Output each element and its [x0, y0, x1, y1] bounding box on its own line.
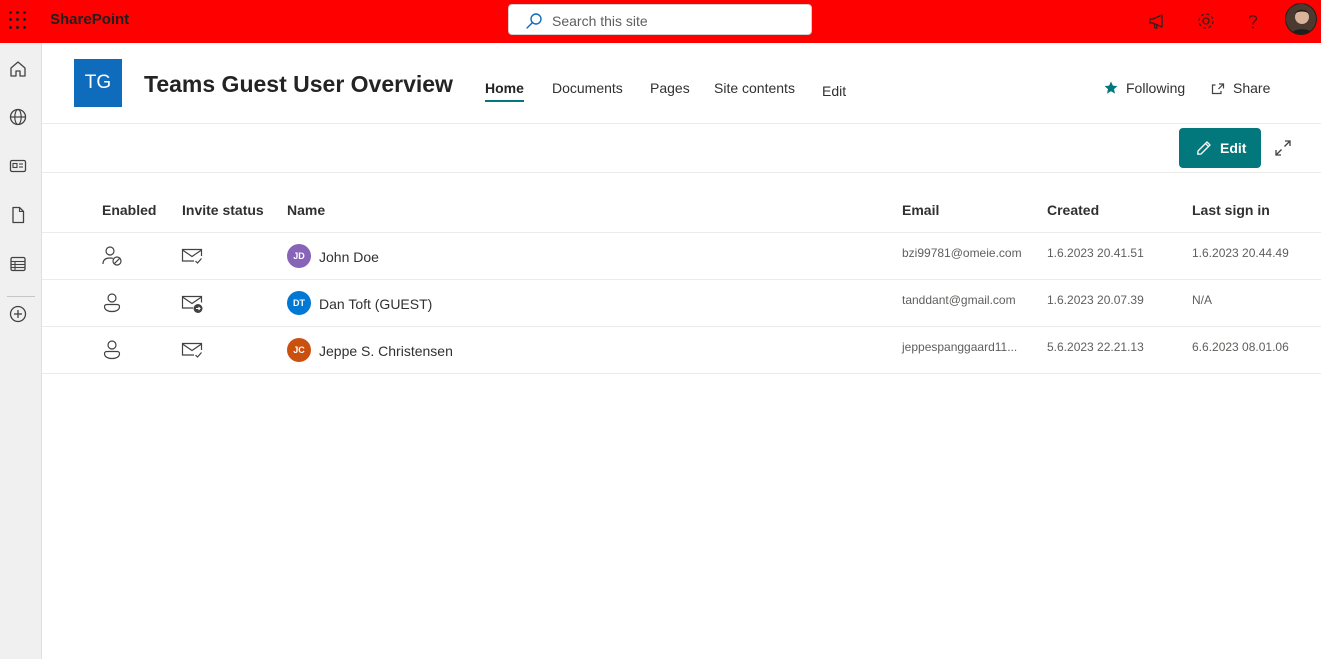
avatar: JC — [287, 338, 311, 362]
person-blocked-icon — [102, 246, 122, 266]
user-photo-icon — [1286, 4, 1316, 34]
app-launcher-icon[interactable] — [8, 10, 28, 30]
megaphone-icon[interactable] — [1147, 10, 1169, 32]
document-icon[interactable] — [8, 205, 28, 225]
search-icon — [526, 13, 542, 29]
app-bar-divider — [7, 296, 35, 297]
following-button[interactable]: Following — [1104, 80, 1186, 96]
suite-bar: SharePoint Search this site — [0, 0, 1321, 43]
list-icon[interactable] — [8, 254, 28, 274]
search-placeholder: Search this site — [552, 13, 648, 29]
user-name[interactable]: Dan Toft (GUEST) — [319, 296, 432, 312]
star-filled-icon — [1104, 81, 1118, 94]
table-row[interactable]: JC Jeppe S. Christensen jeppespanggaard1… — [42, 327, 1321, 374]
search-box[interactable]: Search this site — [508, 4, 812, 35]
avatar: DT — [287, 291, 311, 315]
table-row[interactable]: DT Dan Toft (GUEST) tanddant@gmail.com 1… — [42, 280, 1321, 327]
nav-home[interactable]: Home — [485, 80, 524, 96]
mail-checkmark-icon — [181, 248, 203, 264]
share-icon — [1211, 83, 1225, 95]
last-sign-in-date: 6.6.2023 08.01.06 — [1192, 340, 1289, 354]
user-email: jeppespanggaard11... — [902, 340, 1018, 354]
news-icon[interactable] — [8, 156, 28, 176]
table-row[interactable]: JD John Doe bzi99781@omeie.com 1.6.2023 … — [42, 233, 1321, 280]
share-button[interactable]: Share — [1211, 80, 1271, 96]
nav-documents[interactable]: Documents — [552, 80, 623, 96]
pencil-icon — [1197, 141, 1211, 155]
person-icon — [103, 293, 121, 313]
nav-active-indicator — [485, 100, 524, 102]
app-bar — [0, 43, 42, 659]
globe-icon[interactable] — [8, 107, 28, 127]
mail-checkmark-icon — [181, 342, 203, 358]
person-icon — [103, 340, 121, 360]
column-header-enabled[interactable]: Enabled — [102, 202, 156, 218]
avatar-initials: JC — [293, 345, 305, 355]
column-header-invite-status[interactable]: Invite status — [182, 202, 264, 218]
avatar-initials: DT — [293, 298, 305, 308]
user-name[interactable]: Jeppe S. Christensen — [319, 343, 453, 359]
created-date: 1.6.2023 20.07.39 — [1047, 293, 1144, 307]
edit-page-button[interactable]: Edit — [1179, 128, 1261, 168]
create-add-icon[interactable] — [8, 304, 28, 324]
column-header-name[interactable]: Name — [287, 202, 325, 218]
nav-edit[interactable]: Edit — [822, 83, 846, 99]
user-email: tanddant@gmail.com — [902, 293, 1016, 307]
help-icon[interactable] — [1242, 10, 1264, 32]
site-title[interactable]: Teams Guest User Overview — [144, 71, 453, 98]
toolbar-divider — [42, 172, 1321, 173]
expand-icon[interactable] — [1274, 139, 1292, 157]
column-header-created[interactable]: Created — [1047, 202, 1099, 218]
last-sign-in-date: 1.6.2023 20.44.49 — [1192, 246, 1289, 260]
header-divider — [42, 123, 1321, 124]
mail-arrow-forward-icon — [181, 295, 203, 313]
column-header-email[interactable]: Email — [902, 202, 939, 218]
user-name[interactable]: John Doe — [319, 249, 379, 265]
user-email: bzi99781@omeie.com — [902, 246, 1022, 260]
column-header-last-sign-in[interactable]: Last sign in — [1192, 202, 1270, 218]
user-avatar[interactable] — [1285, 3, 1317, 35]
share-label: Share — [1233, 80, 1271, 96]
home-icon[interactable] — [8, 59, 28, 79]
last-sign-in-date: N/A — [1192, 293, 1213, 307]
edit-page-label: Edit — [1220, 140, 1247, 156]
avatar: JD — [287, 244, 311, 268]
nav-pages[interactable]: Pages — [650, 80, 690, 96]
following-label: Following — [1126, 80, 1186, 96]
created-date: 5.6.2023 22.21.13 — [1047, 340, 1144, 354]
app-name[interactable]: SharePoint — [50, 11, 129, 28]
gear-icon[interactable] — [1195, 10, 1217, 32]
created-date: 1.6.2023 20.41.51 — [1047, 246, 1144, 260]
avatar-initials: JD — [293, 251, 305, 261]
site-logo[interactable]: TG — [74, 59, 122, 107]
nav-site-contents[interactable]: Site contents — [714, 80, 795, 96]
